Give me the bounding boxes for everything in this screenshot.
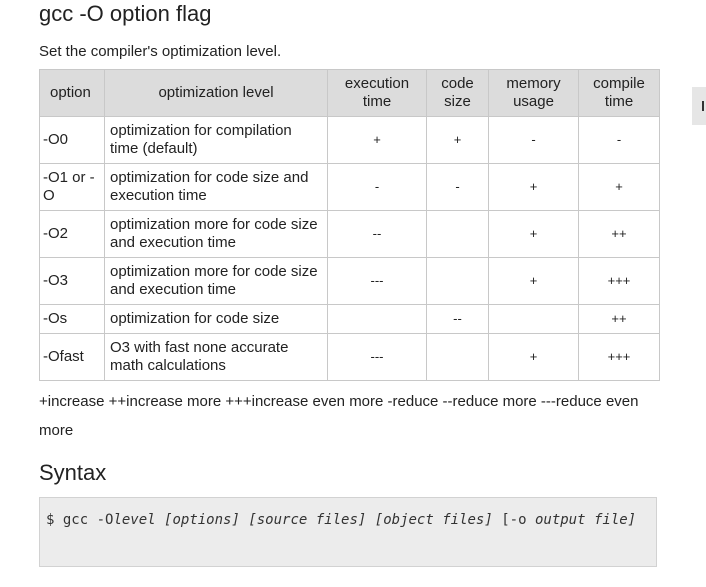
cell-memory-usage: + <box>488 210 579 258</box>
table-row: -O3 optimization more for code size and … <box>39 257 660 305</box>
table-header-row: option optimization level execution time … <box>39 69 660 117</box>
table-row: -O1 or -O optimization for code size and… <box>39 163 660 211</box>
cell-code-size: -- <box>426 304 489 334</box>
cell-level: optimization for compilation time (defau… <box>104 116 328 164</box>
tab-marker-icon <box>702 101 704 111</box>
code-object-files: [object files] <box>374 512 493 528</box>
cell-compile-time: +++ <box>578 333 660 381</box>
cell-compile-time: +++ <box>578 257 660 305</box>
syntax-code-block: $ gcc -Olevel [options] [source files] [… <box>39 497 657 567</box>
cell-compile-time: ++ <box>578 210 660 258</box>
code-level-placeholder: level <box>113 512 156 528</box>
cell-code-size <box>426 333 489 381</box>
cell-code-size: - <box>426 163 489 211</box>
cell-execution-time: --- <box>327 257 427 305</box>
table-row: -O0 optimization for compilation time (d… <box>39 116 660 164</box>
cell-option: -O0 <box>39 116 105 164</box>
cell-compile-time: - <box>578 116 660 164</box>
table-row: -O2 optimization more for code size and … <box>39 210 660 258</box>
cell-level: optimization for code size <box>104 304 328 334</box>
cell-code-size <box>426 210 489 258</box>
cell-execution-time: - <box>327 163 427 211</box>
cell-option: -Os <box>39 304 105 334</box>
cell-level: optimization more for code size and exec… <box>104 210 328 258</box>
code-output-file: output file] <box>534 512 637 528</box>
code-source-files: [source files] <box>248 512 367 528</box>
cell-level: optimization more for code size and exec… <box>104 257 328 305</box>
cell-memory-usage: + <box>488 333 579 381</box>
cell-execution-time: + <box>327 116 427 164</box>
cell-execution-time: --- <box>327 333 427 381</box>
cell-code-size: + <box>426 116 489 164</box>
code-output-flag: [-o <box>501 512 527 528</box>
cell-level: optimization for code size and execution… <box>104 163 328 211</box>
cell-memory-usage: + <box>488 163 579 211</box>
header-code-size: code size <box>426 69 489 117</box>
cell-option: -O2 <box>39 210 105 258</box>
syntax-heading: Syntax <box>39 460 107 485</box>
header-execution-time: execution time <box>327 69 427 117</box>
cell-memory-usage <box>488 304 579 334</box>
cell-compile-time: + <box>578 163 660 211</box>
cell-option: -O1 or -O <box>39 163 105 211</box>
cell-option: -O3 <box>39 257 105 305</box>
legend-text: +increase ++increase more +++increase ev… <box>39 393 639 439</box>
code-command: $ gcc -O <box>46 512 114 528</box>
page-title: gcc -O option flag <box>39 1 212 26</box>
table-row: -Ofast O3 with fast none accurate math c… <box>39 333 660 381</box>
cell-execution-time <box>327 304 427 334</box>
table-row: -Os optimization for code size -- ++ <box>39 304 660 334</box>
header-optimization-level: optimization level <box>104 69 328 117</box>
cell-level: O3 with fast none accurate math calculat… <box>104 333 328 381</box>
side-scroll-tab[interactable] <box>692 87 706 125</box>
cell-option: -Ofast <box>39 333 105 381</box>
cell-memory-usage: - <box>488 116 579 164</box>
cell-code-size <box>426 257 489 305</box>
header-compile-time: compile time <box>578 69 660 117</box>
header-memory-usage: memory usage <box>488 69 579 117</box>
optimization-table: option optimization level execution time … <box>39 69 660 381</box>
cell-memory-usage: + <box>488 257 579 305</box>
header-option: option <box>39 69 105 117</box>
cell-execution-time: -- <box>327 210 427 258</box>
cell-compile-time: ++ <box>578 304 660 334</box>
intro-text: Set the compiler's optimization level. <box>39 43 282 60</box>
code-options: [options] <box>164 512 240 528</box>
